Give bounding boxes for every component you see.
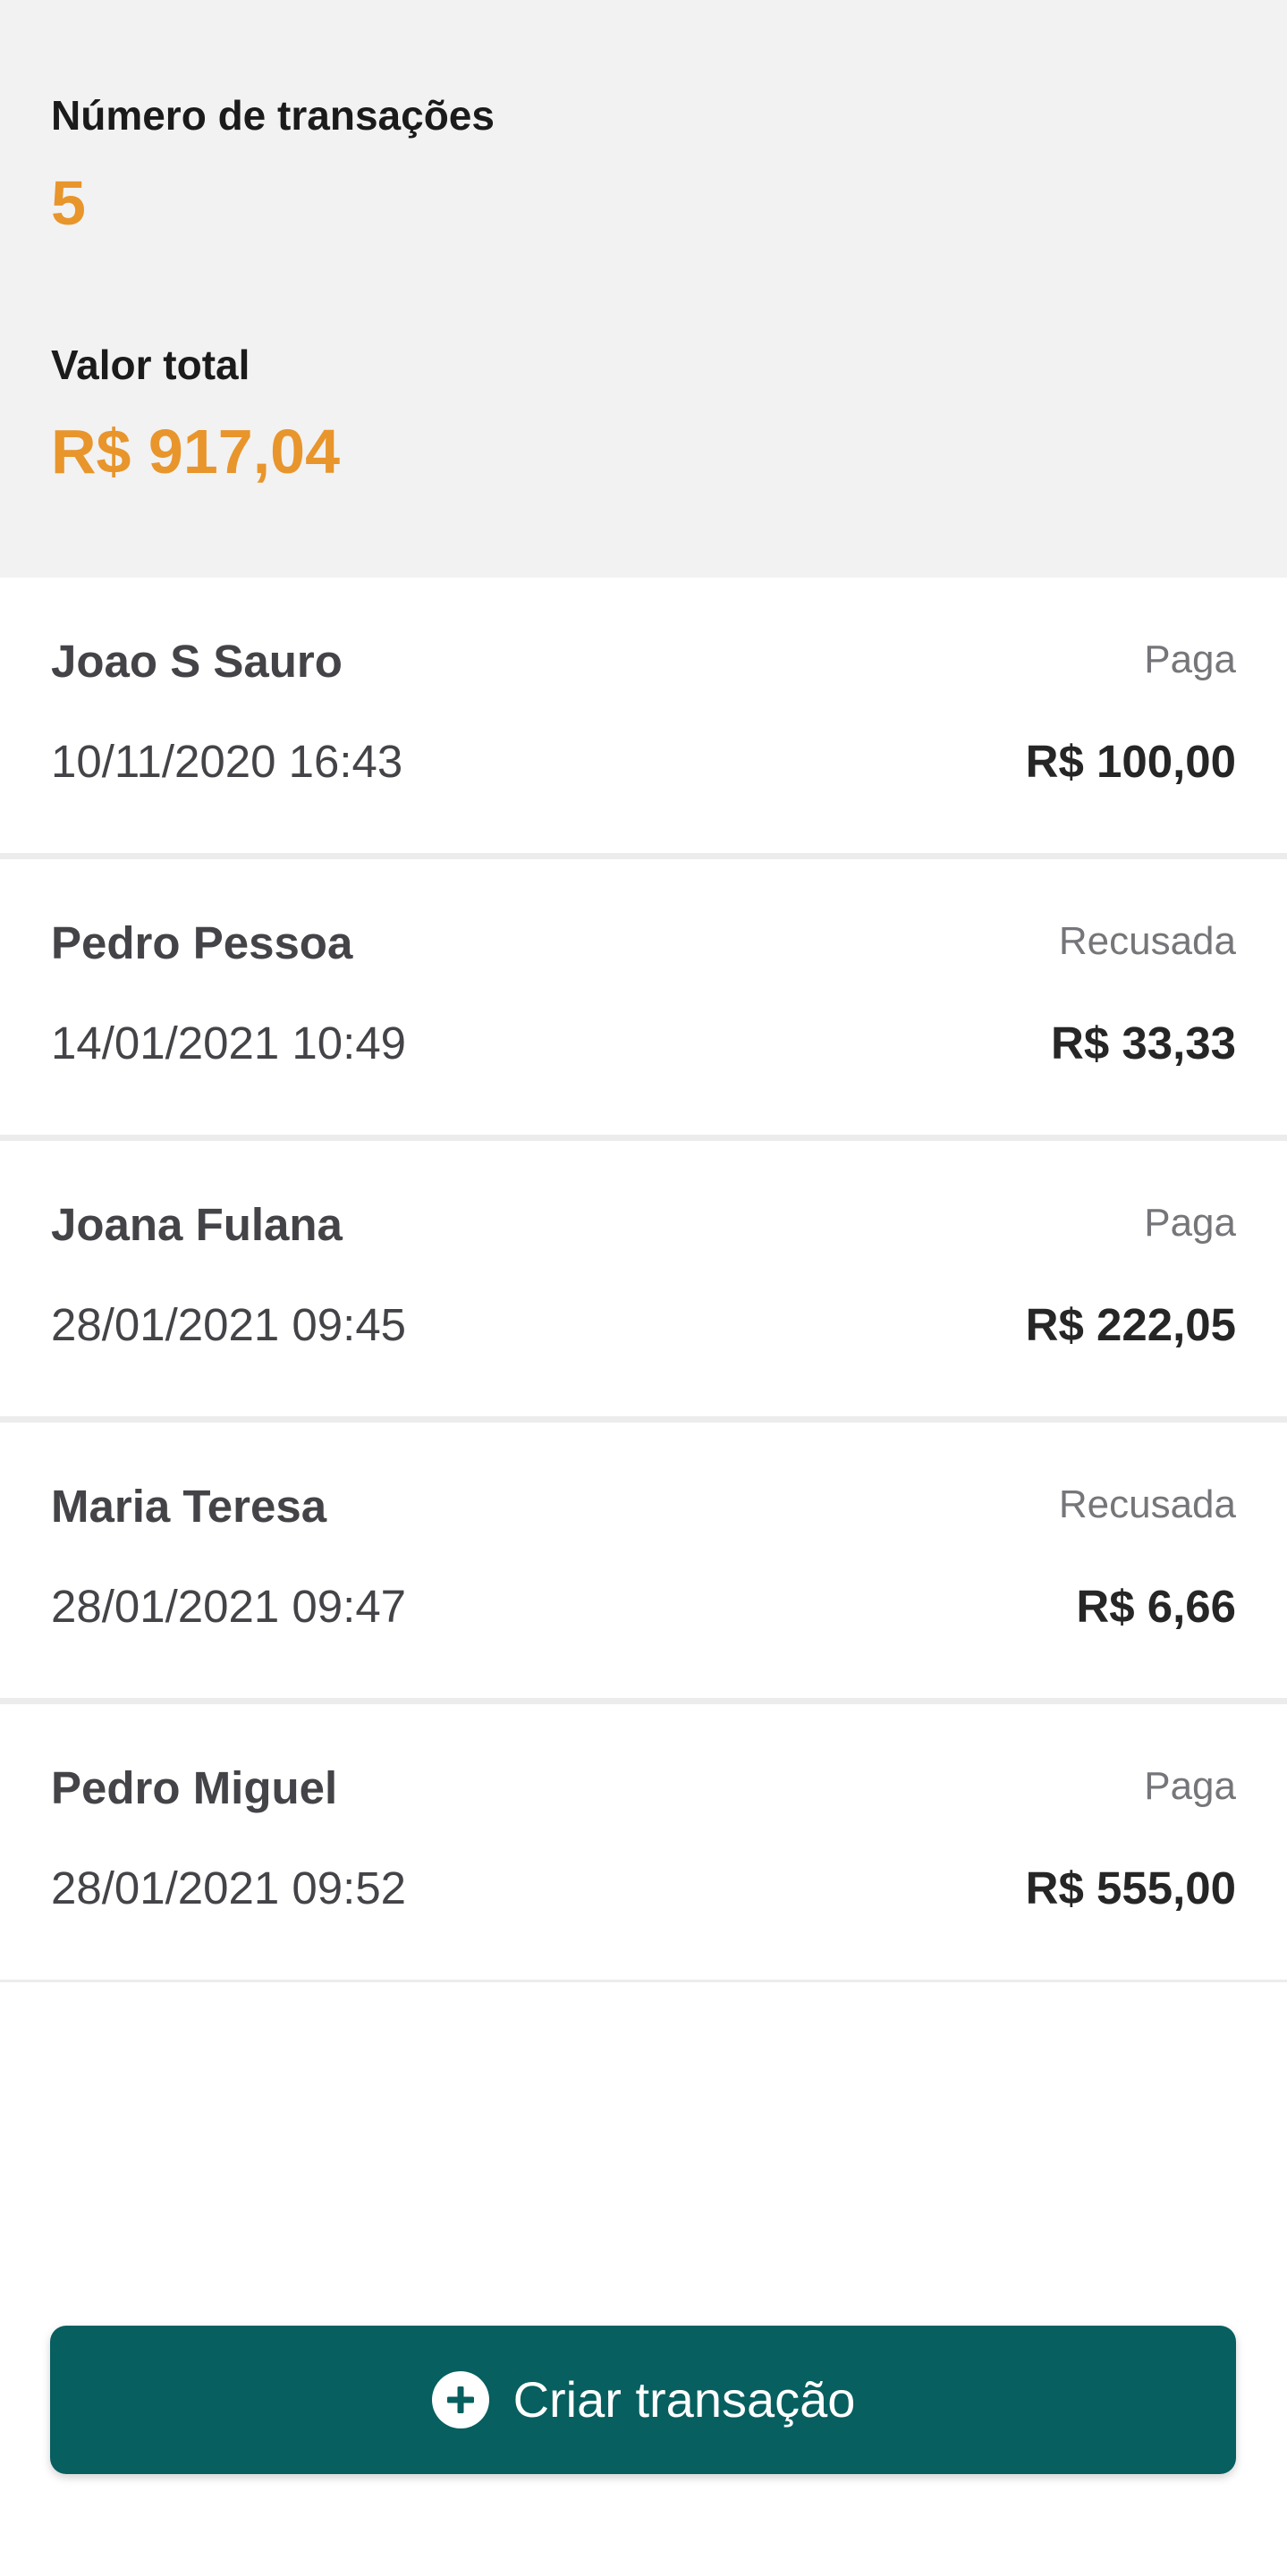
transaction-status: Paga [1144,1764,1236,1808]
create-transaction-label: Criar transação [512,2371,856,2428]
transaction-status: Paga [1144,638,1236,681]
transaction-list: Joao S Sauro Paga 10/11/2020 16:43 R$ 10… [0,578,1287,1982]
transaction-row[interactable]: Joana Fulana Paga 28/01/2021 09:45 R$ 22… [0,1141,1287,1423]
transaction-status: Paga [1144,1201,1236,1245]
transaction-status: Recusada [1058,1482,1236,1526]
transaction-amount: R$ 555,00 [1025,1862,1236,1913]
transaction-date: 28/01/2021 09:52 [51,1862,407,1913]
transaction-amount: R$ 100,00 [1025,736,1236,787]
transaction-status: Recusada [1058,919,1236,963]
transaction-name: Pedro Pessoa [51,917,353,968]
create-transaction-button[interactable]: Criar transação [50,2326,1236,2474]
total-value-amount: R$ 917,04 [51,417,341,486]
transaction-date: 28/01/2021 09:45 [51,1299,407,1350]
transaction-amount: R$ 222,05 [1025,1299,1236,1350]
transaction-count-label: Número de transações [51,92,495,139]
transaction-row[interactable]: Joao S Sauro Paga 10/11/2020 16:43 R$ 10… [0,578,1287,859]
transaction-date: 14/01/2021 10:49 [51,1018,407,1068]
transaction-count-value: 5 [51,168,86,238]
transaction-name: Joana Fulana [51,1199,343,1250]
plus-circle-icon [431,2371,489,2428]
transaction-amount: R$ 33,33 [1051,1018,1236,1068]
transaction-row[interactable]: Maria Teresa Recusada 28/01/2021 09:47 R… [0,1423,1287,1704]
transaction-name: Pedro Miguel [51,1762,338,1813]
transaction-amount: R$ 6,66 [1076,1581,1236,1632]
transaction-row[interactable]: Pedro Miguel Paga 28/01/2021 09:52 R$ 55… [0,1704,1287,1982]
transaction-date: 28/01/2021 09:47 [51,1581,407,1632]
total-value-label: Valor total [51,342,250,388]
summary-panel: Número de transações 5 Valor total R$ 91… [0,0,1287,578]
transaction-name: Maria Teresa [51,1481,327,1532]
transaction-row[interactable]: Pedro Pessoa Recusada 14/01/2021 10:49 R… [0,859,1287,1141]
transaction-name: Joao S Sauro [51,636,343,687]
transaction-date: 10/11/2020 16:43 [51,736,403,787]
